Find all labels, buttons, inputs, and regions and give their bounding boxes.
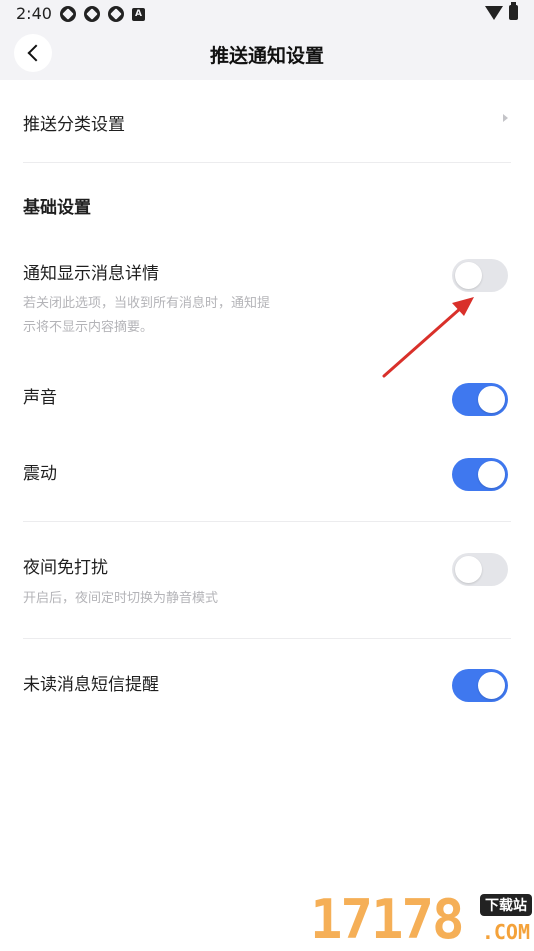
dnd-label: 夜间免打扰 xyxy=(23,558,108,578)
vibrate-toggle[interactable] xyxy=(452,458,508,491)
toggle-knob xyxy=(478,672,505,699)
toggle-knob xyxy=(455,556,482,583)
section-title-basic: 基础设置 xyxy=(23,198,91,218)
toggle-knob xyxy=(455,262,482,289)
sms-reminder-label: 未读消息短信提醒 xyxy=(23,675,159,695)
app-notification-icon xyxy=(84,6,100,22)
toggle-knob xyxy=(478,386,505,413)
dnd-toggle[interactable] xyxy=(452,553,508,586)
push-category-label: 推送分类设置 xyxy=(23,115,125,135)
dnd-description: 开启后，夜间定时切换为静音模式 xyxy=(23,591,219,606)
page-title: 推送通知设置 xyxy=(209,45,324,67)
status-system-icons xyxy=(485,2,518,20)
status-bar: 2:40 A xyxy=(0,0,534,28)
app-header: 推送通知设置 xyxy=(0,28,534,80)
status-notification-icons: A xyxy=(60,6,145,22)
vibrate-label: 震动 xyxy=(23,464,57,484)
wifi-icon xyxy=(485,5,503,20)
show-details-label: 通知显示消息详情 xyxy=(23,264,159,284)
app-notification-icon xyxy=(60,6,76,22)
a-icon: A xyxy=(132,8,145,21)
watermark-suffix: .COM xyxy=(481,920,530,944)
app-notification-icon xyxy=(108,6,124,22)
watermark-logo: 17178 下载站 .COM xyxy=(310,884,534,951)
chevron-right-icon xyxy=(503,114,508,122)
show-details-desc-line2: 示将不显示内容摘要。 xyxy=(23,320,154,335)
divider xyxy=(23,521,511,522)
watermark-digits: 17178 xyxy=(310,888,465,951)
show-details-desc-line1: 若关闭此选项，当收到所有消息时，通知提 xyxy=(23,296,271,311)
toggle-knob xyxy=(478,461,505,488)
status-time: 2:40 xyxy=(16,4,52,23)
show-details-description: 若关闭此选项，当收到所有消息时，通知提 示将不显示内容摘要。 xyxy=(23,292,323,340)
sms-reminder-toggle[interactable] xyxy=(452,669,508,702)
divider xyxy=(23,638,511,639)
show-details-toggle[interactable] xyxy=(452,259,508,292)
divider xyxy=(23,162,511,163)
sound-label: 声音 xyxy=(23,388,57,408)
watermark-tag: 下载站 xyxy=(480,894,532,916)
sound-toggle[interactable] xyxy=(452,383,508,416)
battery-icon xyxy=(509,2,518,20)
